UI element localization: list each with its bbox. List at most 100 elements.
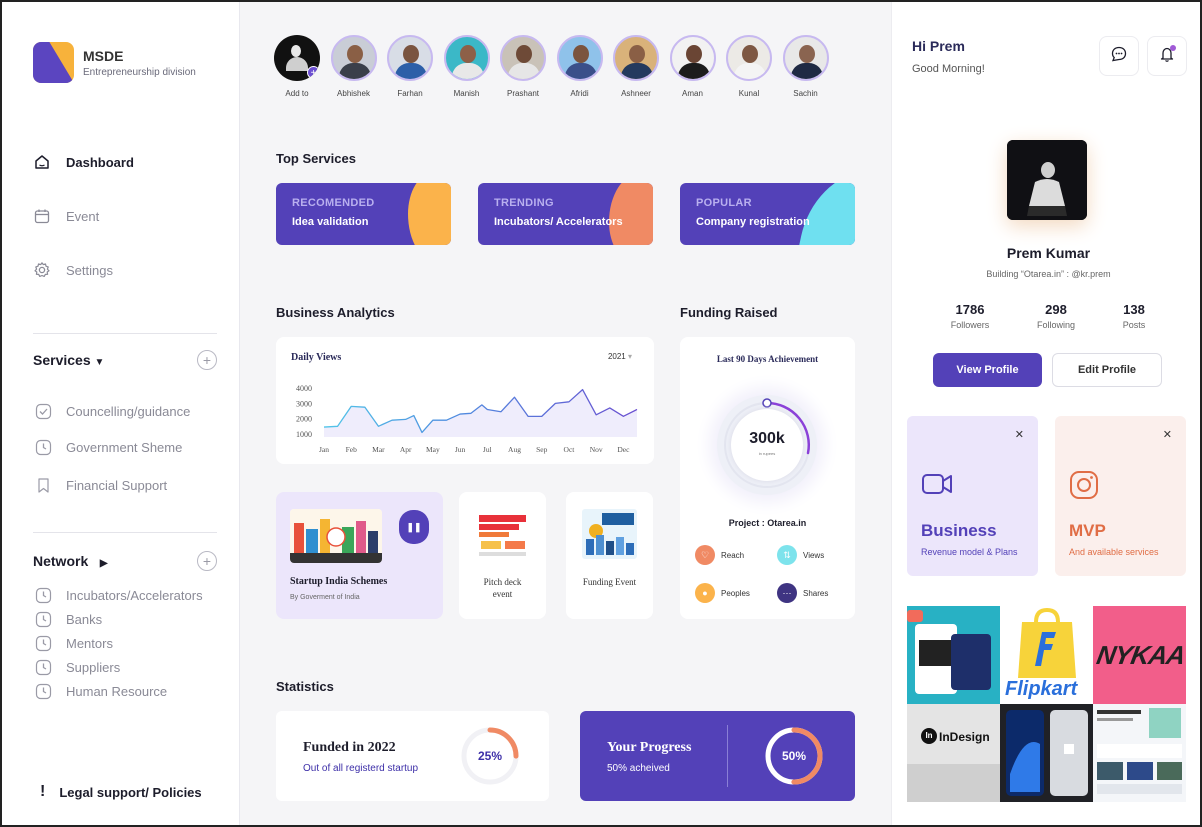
schemes-thumbnail: [290, 509, 382, 563]
schemes-subtitle: By Goverment of India: [290, 594, 360, 601]
progress-subtitle: 50% acheived: [607, 763, 670, 774]
edit-profile-button[interactable]: Edit Profile: [1052, 353, 1162, 387]
mvp-title: MVP: [1069, 521, 1106, 540]
posts-label: Posts: [1122, 320, 1146, 330]
business-feature-card[interactable]: ✕ Business Revenue model & Plans: [907, 416, 1038, 576]
funding-card: Last 90 Days Achievement 300k in rupees …: [680, 337, 855, 619]
mvp-feature-card[interactable]: ✕ MVP And available services: [1055, 416, 1186, 576]
network-header[interactable]: Network ▶ +: [33, 551, 217, 571]
network-item[interactable]: Incubators/Accelerators: [35, 586, 235, 604]
service-card-popular[interactable]: POPULAR Company registration: [680, 183, 855, 245]
story-item[interactable]: Farhan: [387, 35, 433, 98]
profile-photo[interactable]: [1007, 140, 1087, 220]
following-count: 298: [1045, 302, 1067, 317]
story-name: Sachin: [793, 89, 818, 98]
business-subtitle: Revenue model & Plans: [921, 547, 1018, 557]
services-header[interactable]: Services ▼ +: [33, 350, 217, 370]
legal-label: Legal support/ Policies: [59, 784, 202, 800]
stat-reach[interactable]: ♡ Reach: [695, 545, 744, 565]
notifications-button[interactable]: [1147, 36, 1187, 76]
story-item[interactable]: Afridi: [556, 35, 603, 98]
stat-label: Views: [803, 550, 825, 560]
followers-stat[interactable]: 1786 Followers: [930, 302, 1010, 330]
avatar: [443, 35, 490, 81]
startup-schemes-card[interactable]: ❚❚ Startup India Schemes By Goverment of…: [276, 492, 443, 619]
sidebar-divider: [33, 333, 217, 334]
network-item[interactable]: Human Resource: [35, 682, 235, 700]
profile-name: Prem Kumar: [1006, 245, 1091, 261]
story-item[interactable]: Prashant: [500, 35, 546, 98]
story-item[interactable]: Abhishek: [330, 35, 377, 98]
pitch-event-label: Pitch deck event: [483, 577, 522, 599]
funding-event-card[interactable]: Funding Event: [566, 492, 653, 619]
indesign-wordmark: InDesign: [939, 730, 990, 744]
gallery-tile-phones[interactable]: [1000, 704, 1093, 802]
service-item-government[interactable]: Government Sheme: [35, 438, 235, 456]
x-tick-label: Jul: [483, 445, 492, 454]
close-icon[interactable]: ✕: [1015, 428, 1024, 441]
service-item-counselling[interactable]: Councelling/guidance: [35, 402, 235, 420]
network-item-label: Mentors: [66, 635, 113, 651]
service-card-trending[interactable]: TRENDING Incubators/ Accelerators: [478, 183, 653, 245]
divider: [727, 725, 728, 787]
gallery-tile-indesign[interactable]: In InDesign: [907, 704, 1000, 802]
funding-card-title: Last 90 Days Achievement: [716, 354, 819, 364]
avatar: +: [274, 35, 320, 81]
progress-percent: 50%: [781, 749, 807, 763]
x-tick-label: Dec: [617, 445, 630, 454]
brand[interactable]: MSDE Entrepreneurship division: [33, 42, 196, 83]
home-icon: [33, 153, 51, 171]
gallery-tile-payments[interactable]: [907, 606, 1000, 704]
x-tick-label: Aug: [508, 445, 521, 454]
funded-percent: 25%: [477, 749, 503, 763]
stat-shares[interactable]: ⋯ Shares: [777, 583, 828, 603]
gallery-tile-nykaa[interactable]: NYKAA: [1093, 606, 1186, 704]
gallery-tile-flipkart[interactable]: Flipkart: [1000, 606, 1093, 704]
gallery-tile-website[interactable]: [1093, 704, 1186, 802]
person-icon: ●: [695, 583, 715, 603]
exclamation-icon: !: [40, 783, 46, 800]
network-item[interactable]: Banks: [35, 610, 235, 628]
brand-title: MSDE: [83, 47, 124, 64]
nav-dashboard[interactable]: Dashboard: [33, 150, 217, 174]
stat-views[interactable]: ⇅ Views: [777, 545, 824, 565]
story-item[interactable]: Ashneer: [613, 35, 659, 98]
daily-views-chart-card: Daily Views 2021 4000300020001000JanFebM…: [276, 337, 654, 464]
story-add[interactable]: + Add to: [274, 35, 320, 98]
avatar: [613, 35, 659, 81]
story-name: Farhan: [397, 89, 423, 98]
view-profile-button[interactable]: View Profile: [933, 353, 1042, 387]
story-item[interactable]: Aman: [669, 35, 716, 98]
story-name: Ashneer: [621, 89, 651, 98]
close-icon[interactable]: ✕: [1163, 428, 1172, 441]
story-item[interactable]: Sachin: [782, 35, 829, 98]
service-item-financial[interactable]: Financial Support: [35, 476, 235, 494]
stories-row: + Add to Abhishek Farhan Manish Prashant: [274, 35, 839, 98]
story-name: Kunal: [738, 89, 760, 98]
add-network-button[interactable]: +: [197, 551, 217, 571]
posts-stat[interactable]: 138 Posts: [1094, 302, 1174, 330]
network-list: Incubators/Accelerators Banks Mentors Su…: [35, 586, 235, 700]
pause-button[interactable]: ❚❚: [399, 510, 429, 544]
messages-button[interactable]: [1099, 36, 1139, 76]
service-card-recommended[interactable]: RECOMENDED Idea validation: [276, 183, 451, 245]
camera-icon: [1069, 470, 1099, 505]
story-name: Prashant: [506, 89, 540, 98]
nav-event[interactable]: Event: [33, 204, 217, 228]
pitch-deck-event-card[interactable]: Pitch deck event: [459, 492, 546, 619]
legal-support-link[interactable]: ! Legal support/ Policies: [40, 783, 202, 801]
funded-donut: 25%: [460, 726, 520, 786]
decor-shape: [408, 183, 451, 245]
story-item[interactable]: Kunal: [726, 35, 772, 98]
network-item[interactable]: Mentors: [35, 634, 235, 652]
msde-logo: [33, 42, 74, 83]
service-card-kind: POPULAR: [696, 197, 752, 209]
following-stat[interactable]: 298 Following: [1016, 302, 1096, 330]
followers-count: 1786: [955, 302, 985, 317]
add-service-button[interactable]: +: [197, 350, 217, 370]
story-name: Abhishek: [337, 89, 370, 98]
stat-peoples[interactable]: ● Peoples: [695, 583, 750, 603]
nav-settings[interactable]: Settings: [33, 258, 217, 282]
story-item[interactable]: Manish: [443, 35, 490, 98]
network-item[interactable]: Suppliers: [35, 658, 235, 676]
